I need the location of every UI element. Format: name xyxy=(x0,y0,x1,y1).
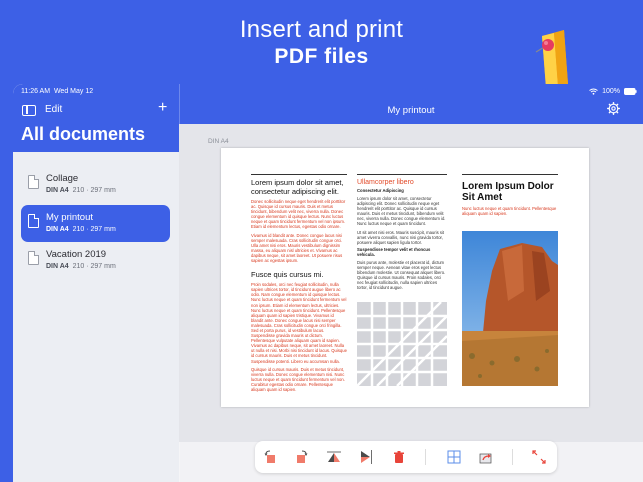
sidebar-header: 11:26 AM Wed May 12 Edit + All documents xyxy=(13,84,179,152)
toolbar-separator xyxy=(425,449,426,465)
flip-horizontal-icon[interactable] xyxy=(327,450,341,464)
column-subheading: Consectetur Adipiscing xyxy=(357,188,404,193)
column-paragraph: Quisque id cursus mauris. Duis et metus … xyxy=(251,366,345,392)
column-heading: Lorem Ipsum Dolor Sit Amet xyxy=(462,181,554,203)
tile-pattern-image xyxy=(357,302,447,386)
document-title: Collage xyxy=(46,173,79,184)
rotate-left-icon[interactable] xyxy=(263,450,277,464)
document-meta: DIN A4 210 · 297 mm xyxy=(46,226,116,233)
page-column-3: Lorem Ipsum Dolor Sit Amet Nunc luctus n… xyxy=(462,174,558,216)
document-item-my-printout[interactable]: My printout DIN A4 210 · 297 mm xyxy=(21,205,170,242)
column-paragraph: Donec sollicitudin neque eget hendrerit … xyxy=(251,199,346,230)
sidebar-toggle-icon[interactable] xyxy=(22,105,36,116)
column-rule xyxy=(462,174,558,175)
battery-percent: 100% xyxy=(602,88,620,95)
share-icon[interactable] xyxy=(479,450,493,464)
column-paragraph: Lorem ipsum dolor sit amet, consectetur … xyxy=(357,196,446,227)
delete-icon[interactable] xyxy=(392,450,406,464)
page-toolbar xyxy=(255,441,557,473)
main-header: 100% xyxy=(179,84,643,124)
folded-paper-pin-icon xyxy=(535,30,568,88)
page-format-label: DIN A4 xyxy=(208,138,229,145)
toolbar-separator xyxy=(512,449,513,465)
column-paragraph: Proin sodales, orci nec feugiat sollicit… xyxy=(251,282,347,364)
page-column-2: Ullamcorper libero Consectetur Adipiscin… xyxy=(357,174,447,290)
column-heading: Ullamcorper libero xyxy=(357,179,414,186)
column-rule xyxy=(357,174,447,175)
document-title: Vacation 2019 xyxy=(46,249,107,260)
add-document-button[interactable]: + xyxy=(158,99,167,117)
status-date: Wed May 12 xyxy=(53,88,94,95)
document-item-vacation-2019[interactable]: Vacation 2019 DIN A4 210 · 297 mm xyxy=(21,242,170,279)
document-page[interactable]: Lorem ipsum dolor sit amet, consectetur … xyxy=(221,148,589,407)
document-item-collage[interactable]: Collage DIN A4 210 · 297 mm xyxy=(21,166,170,203)
grid-layout-icon[interactable] xyxy=(447,450,461,464)
column-paragraph: Ut sit amet nisi eros. Mauris suscipit, … xyxy=(357,229,445,245)
rotate-right-icon[interactable] xyxy=(295,450,309,464)
column-subheading: Fusce quis cursus mi. xyxy=(251,270,324,280)
page-column-1: Lorem ipsum dolor sit amet, consectetur … xyxy=(251,174,347,392)
page-title: My printout xyxy=(387,105,435,116)
document-meta: DIN A4 210 · 297 mm xyxy=(46,263,116,270)
battery-icon xyxy=(624,88,637,95)
column-rule xyxy=(251,174,347,175)
document-meta: DIN A4 210 · 297 mm xyxy=(46,187,116,194)
column-paragraph: Duis purus ante, molestie et placerat id… xyxy=(357,259,446,291)
document-icon xyxy=(28,175,39,189)
column-paragraph: Vivamus id blandit ante. Donec congue la… xyxy=(251,232,343,264)
document-icon xyxy=(28,214,39,228)
flip-vertical-icon[interactable] xyxy=(359,450,373,464)
column-heading: Lorem ipsum dolor sit amet, consectetur … xyxy=(251,178,344,196)
column-paragraph: Nunc luctus neque et quam tincidunt. Pel… xyxy=(462,206,557,217)
status-indicators: 100% xyxy=(589,88,637,95)
wifi-icon xyxy=(589,88,598,95)
settings-icon[interactable] xyxy=(607,102,620,115)
sidebar-title: All documents xyxy=(21,124,146,144)
desert-rock-photo xyxy=(462,231,558,386)
document-title: My printout xyxy=(46,212,93,223)
status-time: 11:26 AM Wed May 12 xyxy=(21,88,94,95)
document-icon xyxy=(28,251,39,265)
sidebar: 11:26 AM Wed May 12 Edit + All documents… xyxy=(13,84,179,482)
fit-page-icon[interactable] xyxy=(532,450,546,464)
edit-button[interactable]: Edit xyxy=(45,104,62,115)
column-subheading: Suspendisse tempor velit et rhoncus vehi… xyxy=(357,246,431,257)
